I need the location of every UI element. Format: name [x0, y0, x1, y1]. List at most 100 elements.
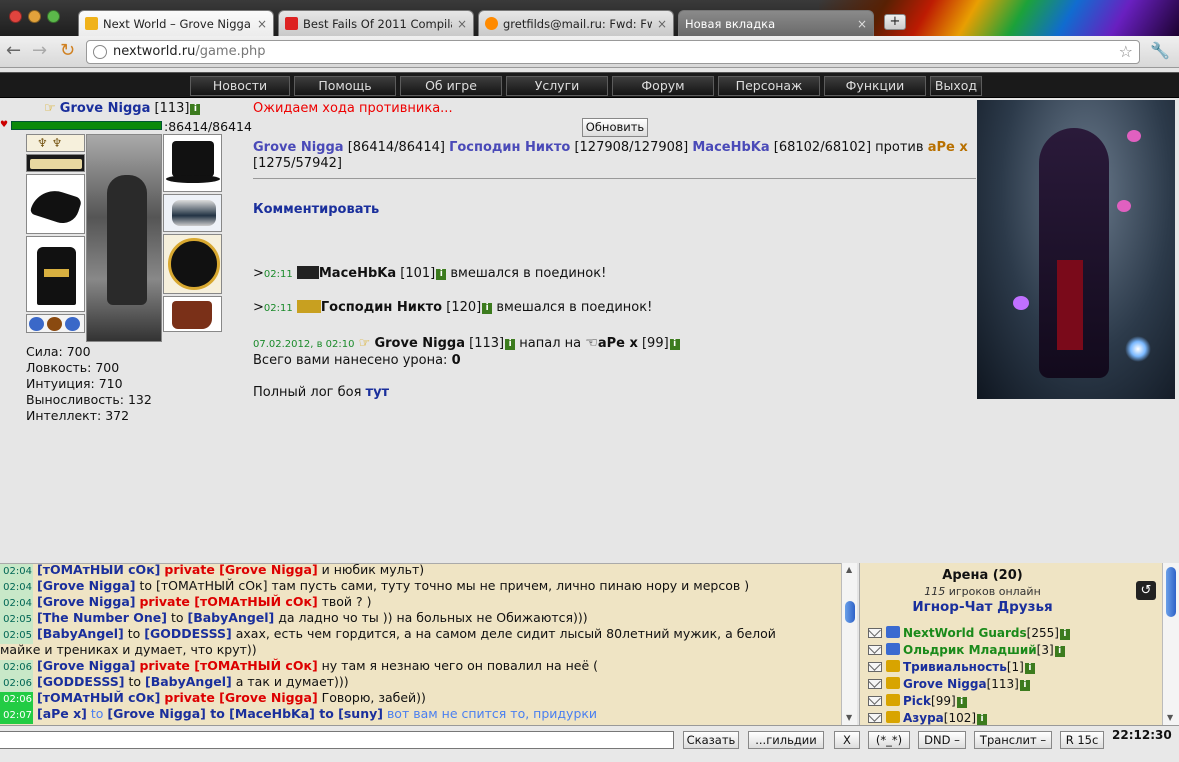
- scroll-thumb[interactable]: [1166, 567, 1176, 617]
- target-name[interactable]: aPe x: [598, 336, 638, 351]
- slot-weapon[interactable]: [26, 174, 85, 234]
- user-name[interactable]: Pick: [903, 694, 931, 708]
- user-name[interactable]: Ольдрик Младший: [903, 643, 1037, 657]
- team1-fighter[interactable]: Господин Никто: [449, 140, 570, 155]
- translit-button[interactable]: Транслит –: [974, 731, 1052, 749]
- scroll-down-icon[interactable]: ▼: [1167, 713, 1173, 722]
- tab-youtube[interactable]: Best Fails Of 2011 Compilati ×: [278, 10, 474, 36]
- chat-nick[interactable]: [aPe x]: [37, 706, 87, 721]
- player-name[interactable]: Grove Nigga: [60, 101, 151, 116]
- chat-nick[interactable]: [The Number One]: [37, 610, 167, 625]
- private-message-icon[interactable]: [868, 662, 882, 672]
- tab-nextworld[interactable]: Next World – Grove Nigga ×: [78, 10, 274, 36]
- slot-rings[interactable]: [26, 314, 85, 333]
- close-window-icon[interactable]: [9, 10, 22, 23]
- private-message-icon[interactable]: [868, 713, 882, 723]
- user-list-item[interactable]: Grove Nigga[113] i: [868, 676, 1030, 692]
- forward-icon[interactable]: →: [32, 42, 47, 60]
- refresh-button[interactable]: Обновить: [582, 118, 648, 137]
- private-message-icon[interactable]: [868, 628, 882, 638]
- log-name[interactable]: Господин Никто: [321, 300, 442, 315]
- chat-nick[interactable]: [BabyAngel]: [188, 610, 275, 625]
- info-icon[interactable]: i: [505, 339, 516, 350]
- slot-amulet[interactable]: [26, 154, 85, 172]
- reload-icon[interactable]: ↻: [60, 42, 75, 60]
- user-list-item[interactable]: NextWorld Guards[255] i: [868, 625, 1070, 641]
- slot-earrings[interactable]: ♆ ♆: [26, 134, 85, 152]
- nav-about[interactable]: Об игре: [400, 76, 502, 96]
- tab-close-icon[interactable]: ×: [457, 17, 467, 31]
- minimize-window-icon[interactable]: [28, 10, 41, 23]
- tab-close-icon[interactable]: ×: [657, 17, 667, 31]
- chat-nick[interactable]: [Grove Nigga]: [37, 658, 136, 673]
- chat-nick[interactable]: [Grove Nigga] to [MaceHbKa] to [suny]: [107, 706, 383, 721]
- refresh-list-icon[interactable]: ↺: [1136, 581, 1156, 600]
- user-list-item[interactable]: Pick[99] i: [868, 693, 967, 709]
- chat-nick[interactable]: [Grove Nigga]: [37, 578, 136, 593]
- user-list-item[interactable]: Ольдрик Младший[3] i: [868, 642, 1065, 658]
- user-list-item[interactable]: Тривиальность[1] i: [868, 659, 1035, 675]
- info-icon[interactable]: i: [956, 697, 967, 708]
- room-links[interactable]: Игнор-Чат Друзья: [860, 599, 1105, 615]
- team2-fighter[interactable]: aPe x: [928, 140, 968, 155]
- chat-nick[interactable]: [BabyAngel]: [145, 674, 232, 689]
- clear-button[interactable]: X: [834, 731, 860, 749]
- chat-nick[interactable]: [GODDESSS]: [37, 674, 125, 689]
- nav-functions[interactable]: Функции: [824, 76, 926, 96]
- slot-bracers[interactable]: [163, 194, 222, 232]
- address-bar[interactable]: nextworld.ru/game.php ☆: [86, 40, 1140, 64]
- tab-close-icon[interactable]: ×: [257, 17, 267, 31]
- nav-forum[interactable]: Форум: [612, 76, 714, 96]
- team1-fighter[interactable]: MaceHbKa: [692, 140, 769, 155]
- user-list-item[interactable]: Азура[102] i: [868, 710, 988, 725]
- chat-nick[interactable]: [GODDESSS]: [144, 626, 232, 641]
- star-icon[interactable]: ☆: [1119, 41, 1133, 63]
- attacker-name[interactable]: Grove Nigga: [374, 336, 465, 351]
- slot-helmet[interactable]: [163, 134, 222, 192]
- user-name[interactable]: Азура: [903, 711, 944, 725]
- chat-time[interactable]: 02:07: [0, 708, 33, 724]
- tab-close-icon[interactable]: ×: [857, 17, 867, 31]
- info-icon[interactable]: i: [190, 104, 201, 115]
- info-icon[interactable]: i: [482, 303, 493, 314]
- opponent-portrait[interactable]: [977, 100, 1175, 399]
- new-tab-button[interactable]: +: [884, 14, 906, 30]
- nav-help[interactable]: Помощь: [294, 76, 396, 96]
- maximize-window-icon[interactable]: [47, 10, 60, 23]
- user-name[interactable]: Тривиальность: [903, 660, 1007, 674]
- slot-shield[interactable]: [163, 234, 222, 294]
- scroll-thumb[interactable]: [845, 601, 855, 623]
- slot-boots[interactable]: [163, 296, 222, 332]
- guild-button[interactable]: ...гильдии: [748, 731, 824, 749]
- chat-nick[interactable]: [BabyAngel]: [37, 626, 124, 641]
- team1-fighter[interactable]: Grove Nigga: [253, 140, 344, 155]
- smiles-button[interactable]: (*_*): [868, 731, 910, 749]
- scroll-up-icon[interactable]: ▲: [846, 565, 852, 574]
- info-icon[interactable]: i: [977, 714, 988, 725]
- info-icon[interactable]: i: [1054, 646, 1065, 657]
- back-icon[interactable]: ←: [6, 42, 21, 60]
- tab-new[interactable]: Новая вкладка ×: [678, 10, 874, 36]
- info-icon[interactable]: i: [1059, 629, 1070, 640]
- info-icon[interactable]: i: [669, 339, 680, 350]
- chat-nick[interactable]: [Grove Nigga]: [37, 594, 136, 609]
- wrench-icon[interactable]: 🔧: [1150, 41, 1170, 60]
- nav-services[interactable]: Услуги: [506, 76, 608, 96]
- user-list-scrollbar[interactable]: ▼: [1162, 563, 1179, 725]
- tab-mail[interactable]: gretfilds@mail.ru: Fwd: Fwd ×: [478, 10, 674, 36]
- chat-scrollbar[interactable]: ▲ ▼: [841, 563, 857, 725]
- logout-button[interactable]: Выход: [930, 76, 982, 96]
- private-message-icon[interactable]: [868, 679, 882, 689]
- refresh-rate-button[interactable]: R 15c: [1060, 731, 1104, 749]
- slot-armor[interactable]: [26, 236, 85, 312]
- info-icon[interactable]: i: [1019, 680, 1030, 691]
- comment-link[interactable]: Комментировать: [253, 202, 379, 217]
- chat-input[interactable]: [0, 731, 674, 749]
- chat-nick[interactable]: [тОМАтНЫЙ сОк]: [37, 564, 160, 577]
- user-name[interactable]: Grove Nigga: [903, 677, 987, 691]
- chat-nick[interactable]: [тОМАтНЫЙ сОк]: [37, 690, 160, 705]
- private-message-icon[interactable]: [868, 645, 882, 655]
- log-name[interactable]: MaceHbKa: [319, 266, 396, 281]
- user-name[interactable]: NextWorld Guards: [903, 626, 1027, 640]
- private-message-icon[interactable]: [868, 696, 882, 706]
